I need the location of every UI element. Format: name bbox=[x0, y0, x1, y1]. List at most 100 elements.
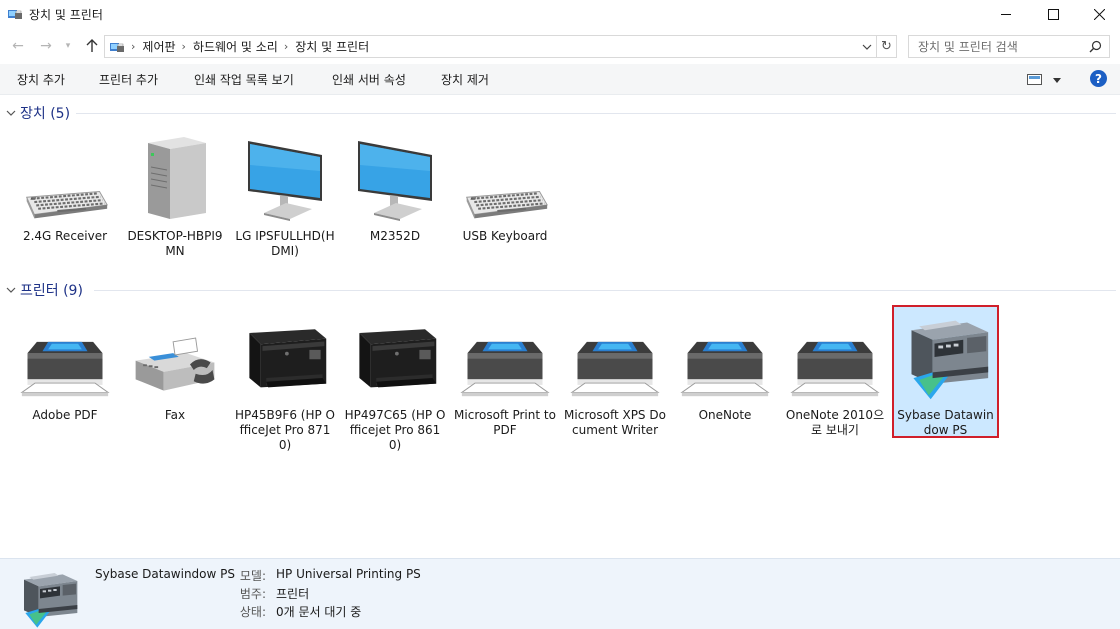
device-tile[interactable]: M2352D bbox=[341, 131, 449, 243]
close-button[interactable] bbox=[1076, 0, 1120, 28]
maximize-icon bbox=[1047, 8, 1059, 20]
officejet-printer-icon bbox=[237, 310, 333, 402]
group-header-devices[interactable]: 장치 (5) bbox=[6, 104, 1116, 122]
add-device-button[interactable]: 장치 추가 bbox=[17, 71, 65, 88]
search-input[interactable] bbox=[918, 39, 1088, 54]
keyboard-icon bbox=[457, 131, 553, 223]
close-icon bbox=[1093, 8, 1105, 20]
address-history-button[interactable] bbox=[860, 39, 874, 55]
printer-icon bbox=[17, 310, 113, 402]
recent-locations-button[interactable]: ▾ bbox=[61, 36, 75, 56]
details-key-model: 모델: bbox=[239, 569, 266, 583]
device-tile[interactable]: USB Keyboard bbox=[451, 131, 559, 243]
details-key-category: 범주: bbox=[239, 587, 266, 601]
chevron-right-icon[interactable]: › bbox=[284, 40, 288, 53]
device-tile[interactable]: 2.4G Receiver bbox=[11, 131, 119, 243]
printer-label: Adobe PDF bbox=[32, 408, 98, 422]
chevron-down-icon bbox=[1053, 77, 1061, 83]
chevron-down-icon bbox=[6, 110, 16, 116]
printer-label: Sybase Datawindow PS bbox=[897, 408, 994, 437]
address-bar[interactable]: › 제어판 › 하드웨어 및 소리 › 장치 및 프린터 bbox=[104, 35, 877, 58]
change-view-button[interactable] bbox=[1027, 72, 1065, 88]
group-title: 장치 (5) bbox=[20, 106, 71, 122]
arrow-right-icon: → bbox=[40, 38, 52, 54]
monitor-icon bbox=[347, 131, 443, 223]
device-label: LG IPSFULLHD(HDMI) bbox=[235, 229, 335, 258]
arrow-up-icon bbox=[86, 39, 98, 52]
device-tile[interactable]: DESKTOP-HBPI9MN bbox=[121, 131, 229, 261]
command-bar: 장치 추가 프린터 추가 인쇄 작업 목록 보기 인쇄 서버 속성 장치 제거 bbox=[0, 64, 1120, 95]
breadcrumb-devices-printers[interactable]: 장치 및 프린터 bbox=[295, 38, 369, 55]
mfp-printer-icon bbox=[898, 310, 994, 402]
group-divider bbox=[94, 290, 1116, 291]
printer-label: HP45B9F6 (HP OfficeJet Pro 8710) bbox=[235, 408, 335, 452]
arrow-left-icon: ← bbox=[12, 38, 24, 54]
printer-tile[interactable]: OneNote bbox=[671, 310, 779, 435]
printer-tile[interactable]: HP497C65 (HP Officejet Pro 8610) bbox=[341, 310, 449, 455]
maximize-button[interactable] bbox=[1030, 0, 1076, 28]
print-server-properties-button[interactable]: 인쇄 서버 속성 bbox=[332, 71, 406, 88]
up-button[interactable] bbox=[82, 36, 102, 56]
add-printer-button[interactable]: 프린터 추가 bbox=[99, 71, 158, 88]
device-label: 2.4G Receiver bbox=[22, 229, 108, 243]
chevron-right-icon[interactable]: › bbox=[182, 40, 186, 53]
details-pane: Sybase Datawindow PS 모델: HP Universal Pr… bbox=[0, 558, 1120, 629]
title-bar: 장치 및 프린터 bbox=[0, 0, 1120, 28]
chevron-down-icon bbox=[862, 44, 872, 50]
printer-label: Microsoft XPS Document Writer bbox=[564, 408, 666, 437]
chevron-down-icon bbox=[6, 287, 16, 293]
details-value-status: 0개 문서 대기 중 bbox=[276, 605, 362, 619]
printer-label: HP497C65 (HP Officejet Pro 8610) bbox=[344, 408, 446, 452]
chevron-down-icon: ▾ bbox=[65, 41, 71, 51]
refresh-button[interactable]: ↻ bbox=[877, 35, 897, 58]
group-title: 프린터 (9) bbox=[20, 283, 83, 299]
printer-icon bbox=[567, 310, 663, 402]
keyboard-icon bbox=[17, 131, 113, 223]
remove-device-button[interactable]: 장치 제거 bbox=[441, 71, 489, 88]
computer-tower-icon bbox=[127, 131, 223, 223]
printer-icon bbox=[457, 310, 553, 402]
breadcrumb-hardware-sound[interactable]: 하드웨어 및 소리 bbox=[193, 38, 278, 55]
printer-tile-selected[interactable]: Sybase Datawindow PS bbox=[892, 305, 999, 438]
navigation-bar: ← → ▾ › 제어판 › 하드웨어 및 소리 › 장치 및 프린터 ↻ bbox=[0, 32, 1120, 60]
view-options-icon bbox=[1027, 74, 1042, 85]
printer-icon bbox=[787, 310, 883, 402]
details-value-category: 프린터 bbox=[276, 587, 310, 601]
device-label: DESKTOP-HBPI9MN bbox=[127, 229, 223, 258]
chevron-right-icon[interactable]: › bbox=[131, 40, 135, 53]
search-icon[interactable] bbox=[1089, 40, 1102, 53]
printer-tile[interactable]: OneNote 2010으로 보내기 bbox=[781, 310, 889, 440]
printer-label: OneNote 2010으로 보내기 bbox=[785, 408, 885, 437]
fax-icon bbox=[127, 310, 223, 402]
group-divider bbox=[76, 113, 1116, 114]
help-button[interactable]: ? bbox=[1090, 70, 1107, 87]
refresh-icon: ↻ bbox=[881, 39, 892, 54]
printer-tile[interactable]: Fax bbox=[121, 310, 229, 435]
details-key-status: 상태: bbox=[239, 605, 266, 619]
device-tile[interactable]: LG IPSFULLHD(HDMI) bbox=[231, 131, 339, 276]
devices-printers-icon bbox=[8, 10, 22, 19]
printer-tile[interactable]: Microsoft Print to PDF bbox=[451, 310, 559, 437]
printer-tile[interactable]: HP45B9F6 (HP OfficeJet Pro 8710) bbox=[231, 310, 339, 455]
minimize-icon bbox=[1000, 13, 1011, 15]
minimize-button[interactable] bbox=[983, 0, 1029, 28]
group-header-printers[interactable]: 프린터 (9) bbox=[6, 281, 1116, 299]
back-button[interactable]: ← bbox=[8, 36, 28, 56]
printer-label: Microsoft Print to PDF bbox=[454, 408, 556, 437]
breadcrumb-control-panel[interactable]: 제어판 bbox=[142, 38, 175, 55]
device-label: M2352D bbox=[369, 229, 421, 243]
printer-tile[interactable]: Adobe PDF bbox=[11, 310, 119, 435]
officejet-printer-icon bbox=[347, 310, 443, 402]
window-title: 장치 및 프린터 bbox=[29, 8, 103, 22]
printer-tile[interactable]: Microsoft XPS Document Writer bbox=[561, 310, 669, 455]
search-box[interactable] bbox=[908, 35, 1110, 58]
printer-icon bbox=[677, 310, 773, 402]
device-label: USB Keyboard bbox=[462, 229, 548, 243]
monitor-icon bbox=[237, 131, 333, 223]
help-icon: ? bbox=[1095, 71, 1102, 86]
details-value-model: HP Universal Printing PS bbox=[276, 567, 421, 581]
forward-button[interactable]: → bbox=[36, 36, 56, 56]
see-print-queue-button[interactable]: 인쇄 작업 목록 보기 bbox=[194, 71, 294, 88]
details-device-name: Sybase Datawindow PS bbox=[95, 567, 235, 581]
printer-label: OneNote bbox=[698, 408, 752, 422]
